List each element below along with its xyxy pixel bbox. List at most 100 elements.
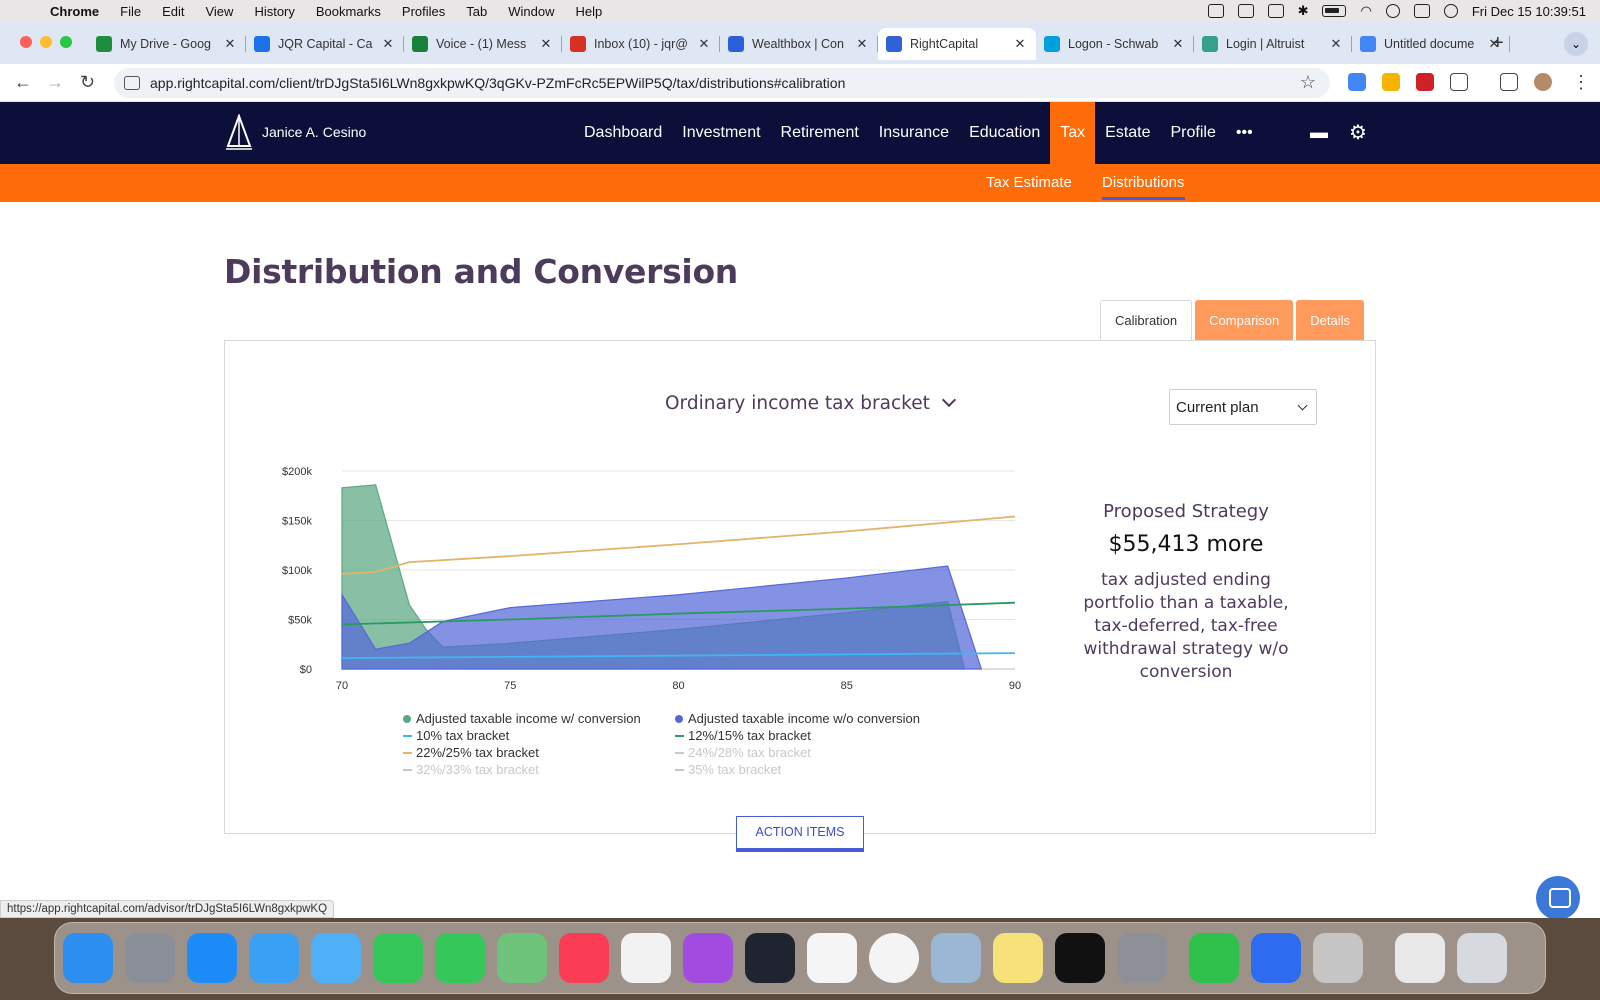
address-bar[interactable]: app.rightcapital.com/client/trDJgSta5I6L… bbox=[114, 68, 1330, 98]
safari-icon[interactable] bbox=[311, 933, 361, 983]
browser-tab[interactable]: Wealthbox | Con ✕ bbox=[720, 28, 878, 60]
close-window-button[interactable] bbox=[20, 36, 32, 48]
close-tab-icon[interactable]: ✕ bbox=[380, 36, 396, 52]
close-tab-icon[interactable]: ✕ bbox=[1012, 36, 1028, 52]
extension-red-icon[interactable] bbox=[1416, 73, 1434, 91]
subnav-distributions[interactable]: Distributions bbox=[1102, 174, 1185, 200]
stocks-icon[interactable] bbox=[745, 933, 795, 983]
site-info-icon[interactable] bbox=[124, 76, 140, 90]
spotlight-search-icon[interactable] bbox=[1385, 4, 1400, 18]
browser-tab[interactable]: Voice - (1) Mess ✕ bbox=[404, 28, 562, 60]
nav-retirement[interactable]: Retirement bbox=[771, 102, 869, 164]
bookmark-star-icon[interactable]: ☆ bbox=[1300, 72, 1316, 93]
podcasts-icon[interactable] bbox=[683, 933, 733, 983]
more-menu-icon[interactable]: ••• bbox=[1226, 102, 1263, 164]
browser-tab[interactable]: Inbox (10) - jqr@ ✕ bbox=[562, 28, 720, 60]
nav-dashboard[interactable]: Dashboard bbox=[574, 102, 672, 164]
trash-icon[interactable] bbox=[1457, 933, 1507, 983]
browser-tab[interactable]: Untitled docume ✕ bbox=[1352, 28, 1510, 60]
close-tab-icon[interactable]: ✕ bbox=[696, 36, 712, 52]
chrome-menu-icon[interactable]: ⋮ bbox=[1572, 72, 1590, 93]
menu-profiles[interactable]: Profiles bbox=[402, 4, 445, 19]
tab-search-chevron-icon[interactable]: ⌄ bbox=[1564, 32, 1588, 56]
subnav-tax-estimate[interactable]: Tax Estimate bbox=[986, 174, 1072, 191]
numbers-icon[interactable] bbox=[1189, 933, 1239, 983]
legend-item[interactable]: 22%/25% tax bracket bbox=[403, 745, 675, 760]
folder-icon[interactable]: ▬ bbox=[1310, 122, 1328, 143]
chrome-icon[interactable] bbox=[869, 933, 919, 983]
menu-help[interactable]: Help bbox=[576, 4, 603, 19]
close-tab-icon[interactable]: ✕ bbox=[1170, 36, 1186, 52]
notes-icon[interactable] bbox=[993, 933, 1043, 983]
menu-file[interactable]: File bbox=[120, 4, 141, 19]
legend-item[interactable]: Adjusted taxable income w/ conversion bbox=[403, 711, 675, 726]
browser-tab[interactable]: RightCapital ✕ bbox=[878, 28, 1036, 60]
minimize-window-button[interactable] bbox=[40, 36, 52, 48]
preview-icon[interactable] bbox=[931, 933, 981, 983]
client-name[interactable]: Janice A. Cesino bbox=[262, 124, 366, 140]
menubar-clock[interactable]: Fri Dec 15 10:39:51 bbox=[1472, 4, 1586, 19]
menu-tab[interactable]: Tab bbox=[466, 4, 487, 19]
plan-select[interactable]: Current plan bbox=[1169, 389, 1317, 425]
apple-tv-icon[interactable] bbox=[1055, 933, 1105, 983]
menu-window[interactable]: Window bbox=[508, 4, 554, 19]
status-app2-icon[interactable] bbox=[1237, 4, 1254, 18]
close-tab-icon[interactable]: ✕ bbox=[1328, 36, 1344, 52]
profile-avatar-icon[interactable] bbox=[1534, 73, 1552, 91]
menu-edit[interactable]: Edit bbox=[162, 4, 184, 19]
new-tab-button[interactable]: + bbox=[1492, 32, 1504, 55]
close-tab-icon[interactable]: ✕ bbox=[538, 36, 554, 52]
tab-comparison[interactable]: Comparison bbox=[1195, 300, 1294, 341]
browser-tab[interactable]: Logon - Schwab ✕ bbox=[1036, 28, 1194, 60]
menu-history[interactable]: History bbox=[254, 4, 294, 19]
close-tab-icon[interactable]: ✕ bbox=[854, 36, 870, 52]
legend-item[interactable]: 10% tax bracket bbox=[403, 728, 675, 743]
reload-icon[interactable]: ↻ bbox=[80, 72, 95, 93]
legend-item[interactable]: 24%/28% tax bracket bbox=[675, 745, 955, 760]
app-store-icon[interactable] bbox=[187, 933, 237, 983]
launchpad-icon[interactable] bbox=[125, 933, 175, 983]
nav-investment[interactable]: Investment bbox=[672, 102, 770, 164]
zoom-window-button[interactable] bbox=[60, 36, 72, 48]
menu-view[interactable]: View bbox=[205, 4, 233, 19]
control-center-icon[interactable] bbox=[1413, 4, 1430, 18]
finder-icon[interactable] bbox=[63, 933, 113, 983]
maps-icon[interactable] bbox=[497, 933, 547, 983]
menu-app-name[interactable]: Chrome bbox=[50, 4, 99, 19]
nav-insurance[interactable]: Insurance bbox=[869, 102, 959, 164]
tab-calibration[interactable]: Calibration bbox=[1100, 300, 1193, 341]
forward-arrow-icon[interactable]: → bbox=[46, 72, 64, 93]
legend-item[interactable]: 12%/15% tax bracket bbox=[675, 728, 955, 743]
browser-tab[interactable]: Login | Altruist ✕ bbox=[1194, 28, 1352, 60]
gear-icon[interactable]: ⚙ bbox=[1349, 120, 1367, 145]
close-tab-icon[interactable]: ✕ bbox=[222, 36, 238, 52]
chart-type-dropdown[interactable]: Ordinary income tax bracket bbox=[665, 392, 956, 414]
browser-tab[interactable]: JQR Capital - Ca ✕ bbox=[246, 28, 404, 60]
menu-bookmarks[interactable]: Bookmarks bbox=[316, 4, 381, 19]
status-app-icon[interactable] bbox=[1207, 4, 1224, 18]
nav-profile[interactable]: Profile bbox=[1161, 102, 1226, 164]
bluetooth-icon[interactable]: ✱ bbox=[1298, 3, 1309, 19]
extensions-puzzle-icon[interactable] bbox=[1450, 73, 1468, 91]
mail-icon[interactable] bbox=[249, 933, 299, 983]
nav-tax[interactable]: Tax bbox=[1050, 102, 1096, 164]
wifi-icon[interactable]: ◠ bbox=[1360, 3, 1371, 19]
legend-item[interactable]: Adjusted taxable income w/o conversion bbox=[675, 711, 955, 726]
action-items-button[interactable]: ACTION ITEMS bbox=[736, 816, 864, 852]
siri-icon[interactable] bbox=[1443, 4, 1458, 18]
nav-estate[interactable]: Estate bbox=[1095, 102, 1160, 164]
system-settings-icon[interactable] bbox=[1117, 933, 1167, 983]
documents-stack-icon[interactable] bbox=[1395, 933, 1445, 983]
facetime-icon[interactable] bbox=[373, 933, 423, 983]
status-app3-icon[interactable] bbox=[1267, 4, 1284, 18]
music-icon[interactable] bbox=[559, 933, 609, 983]
legend-item[interactable]: 32%/33% tax bracket bbox=[403, 762, 675, 777]
nav-education[interactable]: Education bbox=[959, 102, 1050, 164]
side-panel-icon[interactable] bbox=[1500, 73, 1518, 91]
legend-item[interactable]: 35% tax bracket bbox=[675, 762, 955, 777]
messages-icon[interactable] bbox=[435, 933, 485, 983]
zoom-icon[interactable] bbox=[1251, 933, 1301, 983]
photos-icon[interactable] bbox=[621, 933, 671, 983]
drive-extension-icon[interactable] bbox=[1348, 73, 1366, 91]
battery-icon[interactable] bbox=[1322, 5, 1347, 17]
